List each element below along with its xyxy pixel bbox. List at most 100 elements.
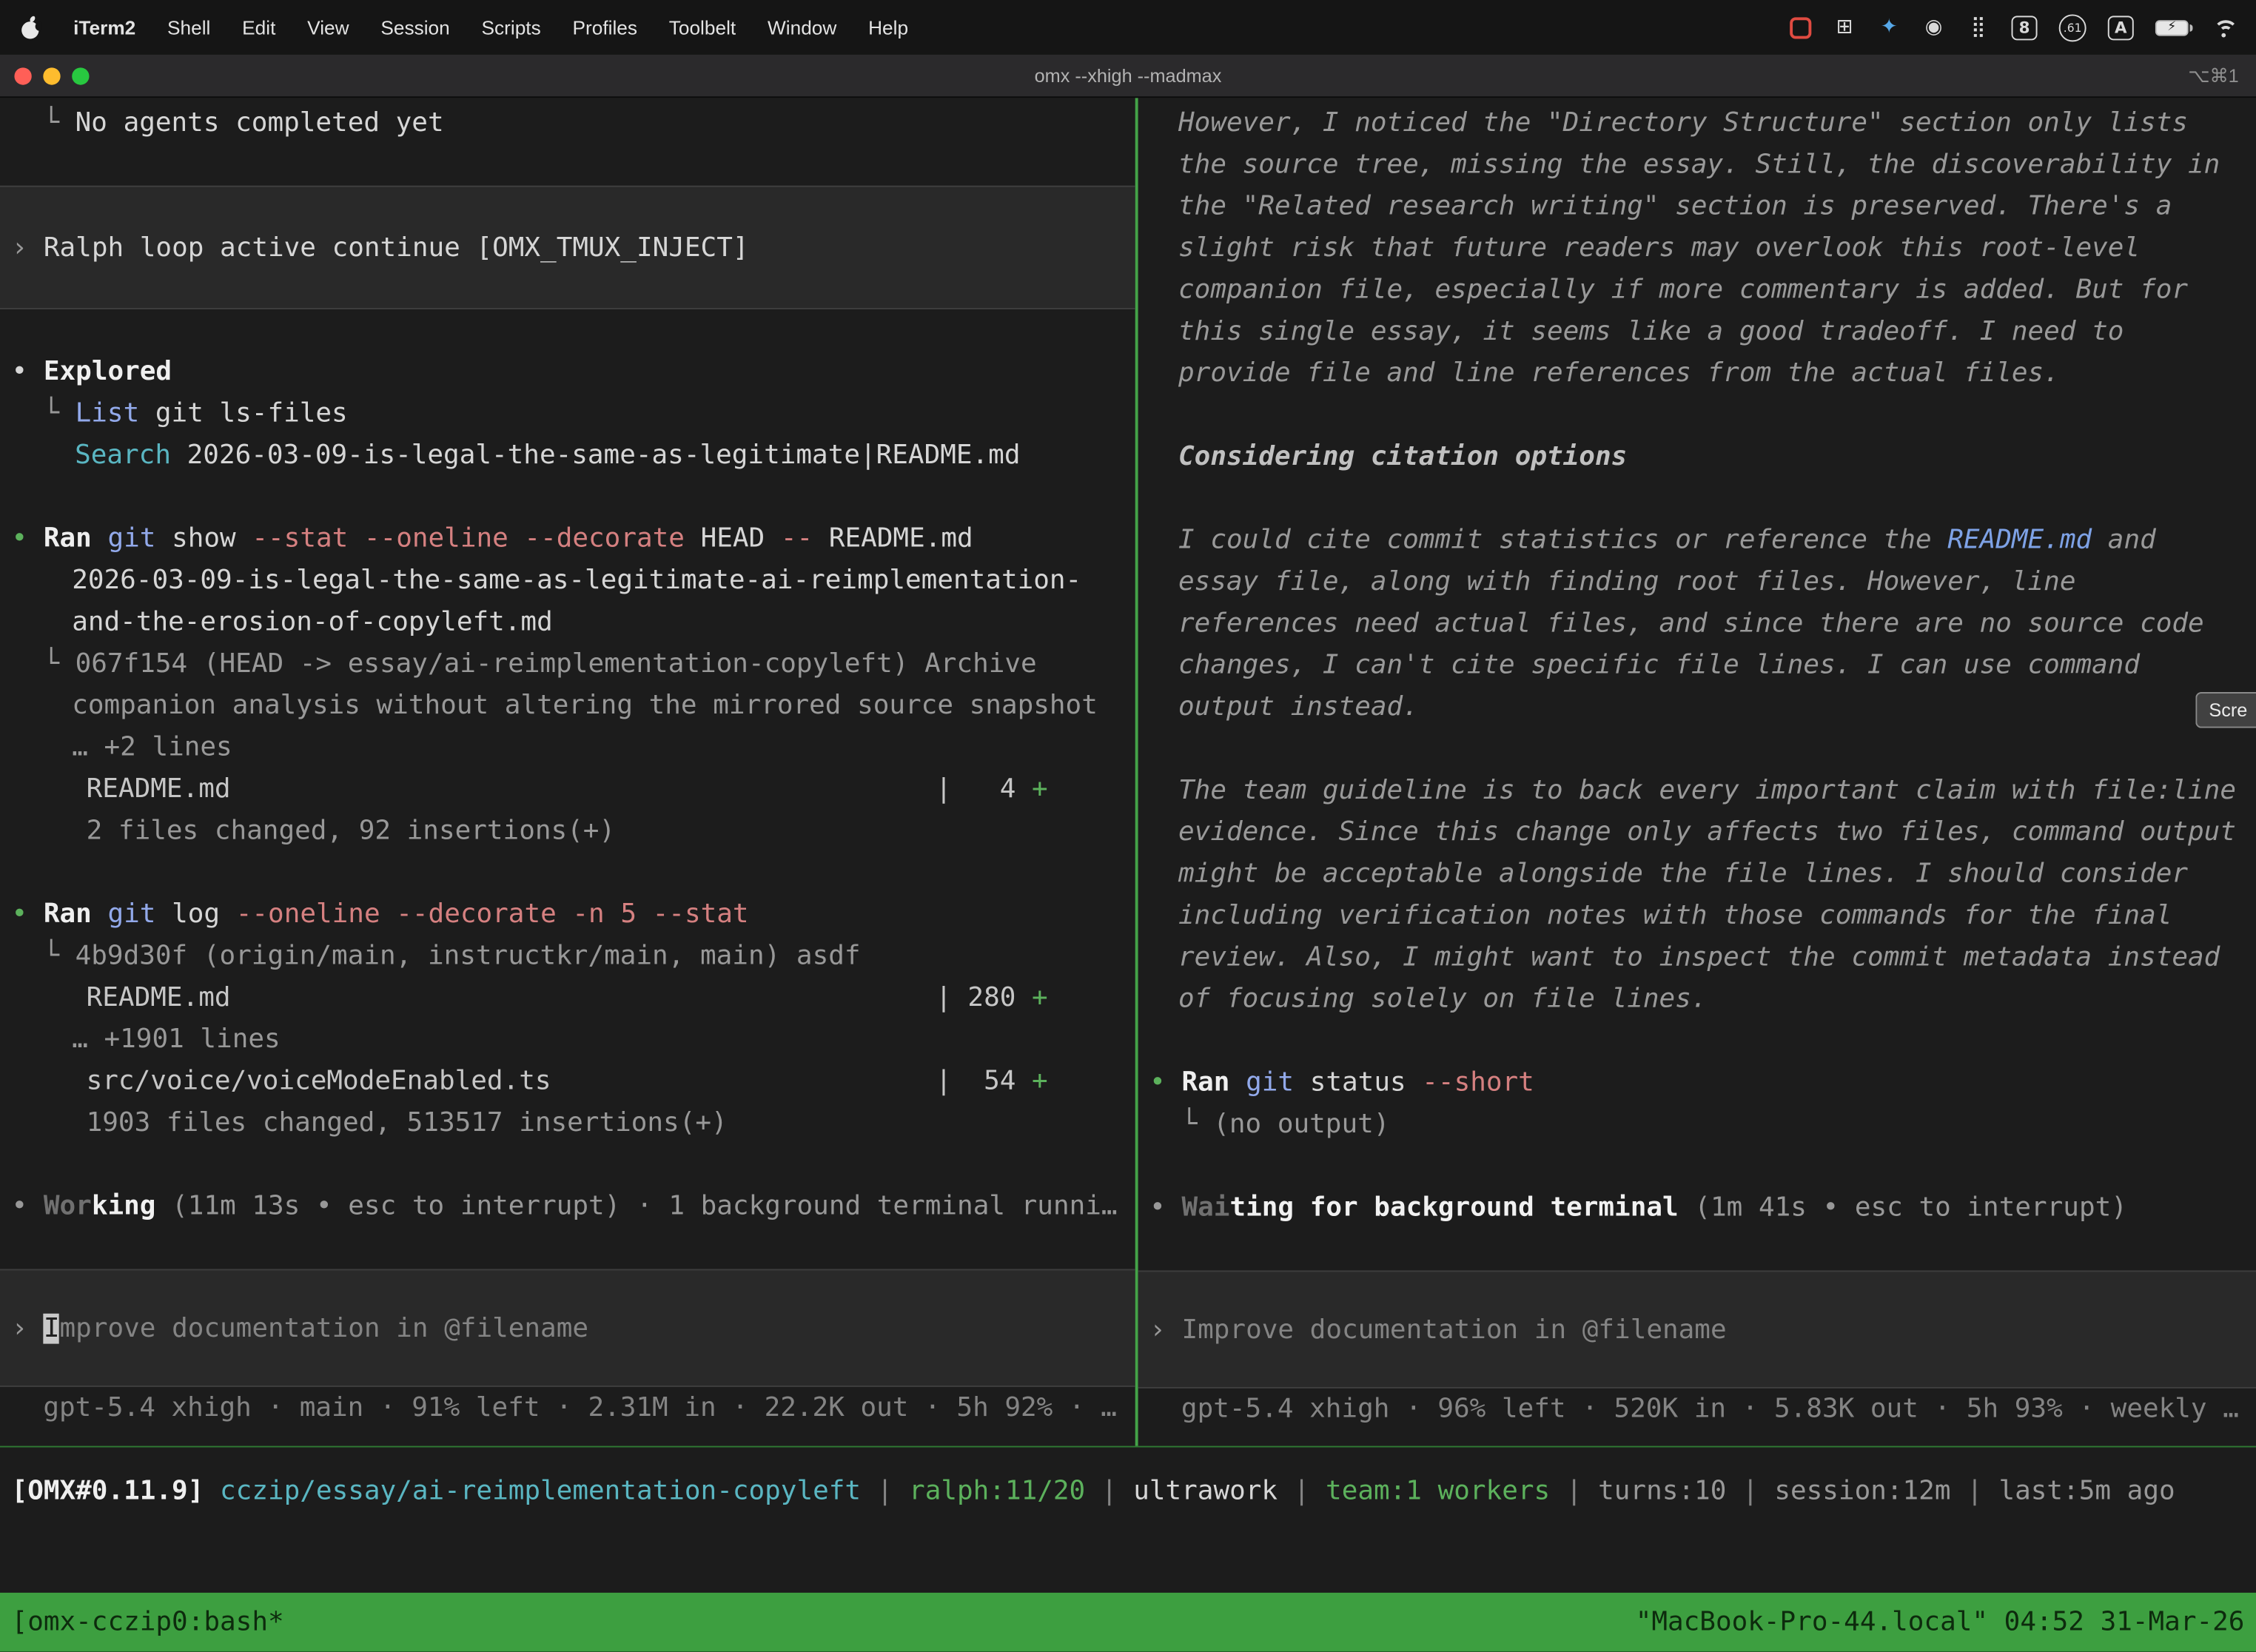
ran-git-show-line: • Ran git show --stat --oneline --decora…: [0, 518, 1135, 560]
thinking-line: of focusing solely on file lines.: [1138, 978, 2256, 1020]
thinking-line: including verification notes with those …: [1138, 895, 2256, 936]
commit-line: └ 067f154 (HEAD -> essay/ai-reimplementa…: [0, 643, 1135, 685]
thinking-line: provide file and line references from th…: [1138, 352, 2256, 394]
blank-line: [0, 1144, 1135, 1185]
thinking-line: the "Related research writing" section i…: [1138, 186, 2256, 227]
ran-git-log-line: • Ran git log --oneline --decorate -n 5 …: [0, 893, 1135, 935]
diffstat-summary: 1903 files changed, 513517 insertions(+): [0, 1102, 1135, 1144]
blank-line: [1138, 394, 2256, 436]
tmux-session-label: [omx-cczip0:bash*: [12, 1607, 284, 1637]
menu-toolbelt[interactable]: Toolbelt: [669, 16, 736, 38]
left-pane[interactable]: └ No agents completed yet › Ralph loop a…: [0, 98, 1135, 1446]
blank-line: [0, 144, 1135, 185]
explored-header: • Explored: [0, 351, 1135, 392]
apple-menu[interactable]: [20, 15, 41, 39]
menu-window[interactable]: Window: [768, 16, 836, 38]
blank-line: [0, 309, 1135, 351]
window-title: omx --xhigh --madmax: [0, 64, 2256, 86]
thinking-heading: Considering citation options: [1138, 436, 2256, 477]
traffic-lights: [14, 67, 89, 84]
keycap-8-icon[interactable]: 8: [2012, 15, 2038, 39]
terminal-content: └ No agents completed yet › Ralph loop a…: [0, 98, 2256, 1446]
right-pane[interactable]: However, I noticed the "Directory Struct…: [1138, 98, 2256, 1446]
thinking-line: the source tree, missing the essay. Stil…: [1138, 144, 2256, 185]
agents-status-line: └ No agents completed yet: [0, 102, 1135, 144]
thinking-line: might be acceptable alongside the file l…: [1138, 853, 2256, 895]
screen-recording-stop-icon[interactable]: [1790, 16, 1811, 38]
blank-line: [1138, 728, 2256, 770]
left-prompt-input[interactable]: › Improve documentation in @filename: [0, 1269, 1135, 1387]
thinking-line: review. Also, I might want to inspect th…: [1138, 936, 2256, 978]
grid-window-icon[interactable]: ⊞: [1833, 14, 1856, 40]
blank-line: [0, 476, 1135, 517]
waiting-status-line: • Waiting for background terminal (1m 41…: [1138, 1187, 2256, 1229]
thinking-line: I could cite commit statistics or refere…: [1138, 520, 2256, 561]
diffstat-line: src/voice/voiceModeEnabled.ts | 54 +: [0, 1061, 1135, 1102]
wifi-icon[interactable]: [2210, 18, 2236, 36]
left-prompt-text: › Improve documentation in @filename: [12, 1307, 588, 1349]
essay-filename-line: 2026-03-09-is-legal-the-same-as-legitima…: [0, 560, 1135, 601]
blue-app-icon[interactable]: ✦: [1878, 14, 1901, 40]
diffstat-line: README.md | 280 +: [0, 977, 1135, 1018]
blank-line: [1138, 1229, 2256, 1270]
battery-icon[interactable]: ⚡: [2155, 19, 2189, 35]
round-app-icon[interactable]: ◉: [1922, 14, 1945, 40]
thinking-line: output instead.: [1138, 686, 2256, 728]
minimize-button[interactable]: [43, 67, 60, 84]
ralph-loop-banner-text: › Ralph loop active continue [OMX_TMUX_I…: [12, 226, 749, 268]
thinking-line: references need actual files, and since …: [1138, 602, 2256, 644]
menu-profiles[interactable]: Profiles: [572, 16, 637, 38]
menu-edit[interactable]: Edit: [242, 16, 275, 38]
blank-line: [1138, 477, 2256, 519]
blank-line: [0, 1227, 1135, 1269]
commit-line: companion analysis without altering the …: [0, 685, 1135, 726]
right-prompt-input[interactable]: › Improve documentation in @filename: [1138, 1270, 2256, 1388]
screen-edge-tooltip[interactable]: Scre: [2196, 692, 2256, 728]
tool-list-line: └ List git ls-files: [0, 393, 1135, 434]
right-prompt-text: › Improve documentation in @filename: [1149, 1309, 1726, 1350]
ralph-loop-banner: › Ralph loop active continue [OMX_TMUX_I…: [0, 186, 1135, 309]
window-title-bar[interactable]: omx --xhigh --madmax ⌥⌘1: [0, 55, 2256, 98]
commit-line: └ 4b9d30f (origin/main, instructkr/main,…: [0, 936, 1135, 977]
ran-git-status-line: • Ran git status --short: [1138, 1062, 2256, 1104]
elided-lines: … +2 lines: [0, 727, 1135, 768]
blank-line: [1138, 1020, 2256, 1061]
macos-menu-bar: iTerm2 Shell Edit View Session Scripts Profil…: [0, 0, 2256, 55]
thinking-line: changes, I can't cite specific file line…: [1138, 645, 2256, 686]
diffstat-summary: 2 files changed, 92 insertions(+): [0, 810, 1135, 851]
right-model-status: gpt-5.4 xhigh · 96% left · 520K in · 5.8…: [1138, 1389, 2256, 1430]
blank-line: [1138, 1145, 2256, 1186]
window-shortcut-badge: ⌥⌘1: [2188, 64, 2238, 87]
thinking-line: The team guideline is to back every impo…: [1138, 770, 2256, 811]
menu-bar-status-icons: ⊞ ✦ ◉ ⣿ 8 .61 A ⚡: [1790, 13, 2236, 41]
zoom-button[interactable]: [72, 67, 89, 84]
thinking-line: slight risk that future readers may over…: [1138, 227, 2256, 269]
thinking-line: companion file, especially if more comme…: [1138, 269, 2256, 311]
badge-61-icon[interactable]: .61: [2059, 13, 2087, 41]
thinking-line: essay file, along with finding root file…: [1138, 561, 2256, 602]
tmux-host-time-label: "MacBook-Pro-44.local" 04:52 31-Mar-26: [1636, 1607, 2245, 1637]
no-output-line: └ (no output): [1138, 1104, 2256, 1145]
thinking-line: this single essay, it seems like a good …: [1138, 311, 2256, 352]
thinking-line: However, I noticed the "Directory Struct…: [1138, 102, 2256, 144]
menu-view[interactable]: View: [307, 16, 349, 38]
close-button[interactable]: [14, 67, 31, 84]
desktop: iTerm2 Shell Edit View Session Scripts Profil…: [0, 0, 2256, 1652]
working-status-line: • Working (11m 13s • esc to interrupt) ·…: [0, 1186, 1135, 1227]
menu-iterm2[interactable]: iTerm2: [73, 16, 135, 38]
menu-help[interactable]: Help: [868, 16, 908, 38]
omx-footer: [OMX#0.11.9] cczip/essay/ai-reimplementa…: [0, 1448, 2256, 1593]
menu-scripts[interactable]: Scripts: [482, 16, 541, 38]
omx-status-bar: [OMX#0.11.9] cczip/essay/ai-reimplementa…: [12, 1471, 2256, 1512]
tmux-status-bar: [omx-cczip0:bash* "MacBook-Pro-44.local"…: [0, 1593, 2256, 1652]
left-model-status: gpt-5.4 xhigh · main · 91% left · 2.31M …: [0, 1387, 1135, 1428]
dots-grid-icon[interactable]: ⣿: [1967, 14, 1990, 40]
apple-logo-icon: [20, 15, 41, 39]
menu-shell[interactable]: Shell: [167, 16, 210, 38]
tool-search-line: Search 2026-03-09-is-legal-the-same-as-l…: [0, 434, 1135, 476]
menu-session[interactable]: Session: [380, 16, 449, 38]
thinking-line: evidence. Since this change only affects…: [1138, 811, 2256, 853]
elided-lines: … +1901 lines: [0, 1018, 1135, 1060]
blank-line: [0, 852, 1135, 893]
input-source-a-icon[interactable]: A: [2108, 15, 2134, 39]
